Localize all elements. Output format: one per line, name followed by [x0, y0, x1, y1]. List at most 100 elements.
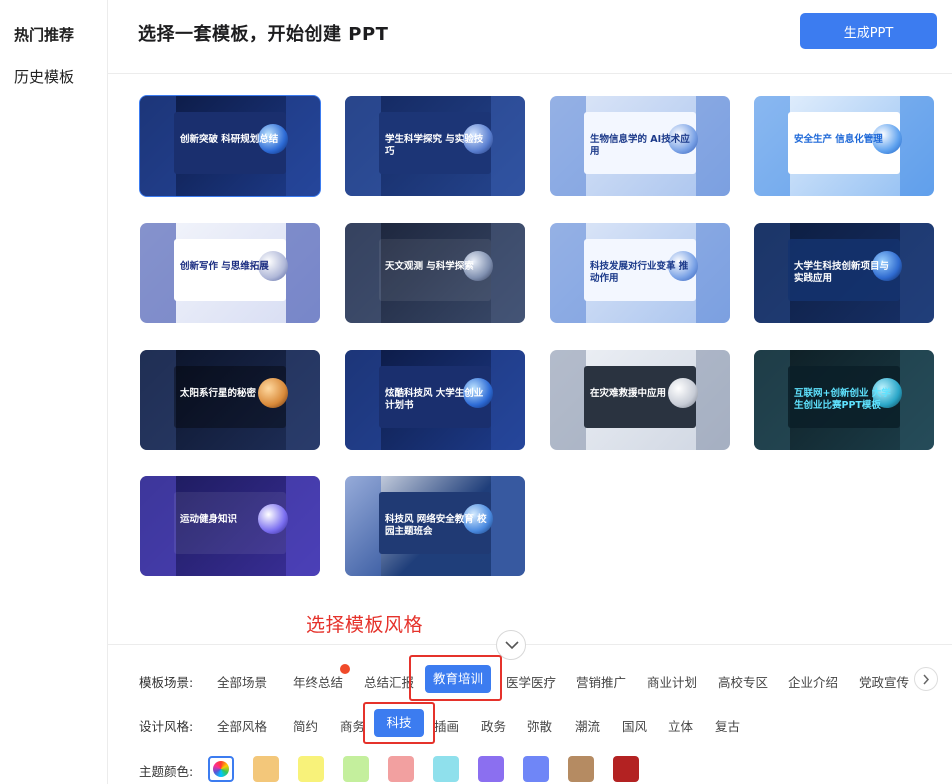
template-title: 在灾难救援中应用 [590, 388, 667, 399]
style-chip[interactable]: 国风 [622, 716, 647, 735]
style-chip[interactable]: 全部风格 [217, 716, 267, 735]
thumbnail-decor [550, 350, 586, 450]
thumbnail-decor [491, 223, 525, 323]
thumbnail-decor [140, 223, 176, 323]
template-card[interactable]: 太阳系行星的秘密 [140, 350, 320, 450]
highlight-box-scene [409, 655, 502, 701]
color-label: 主题颜色: [139, 764, 194, 779]
template-title: 太阳系行星的秘密 [180, 388, 257, 399]
thumbnail-decor [345, 223, 381, 323]
generate-ppt-button[interactable]: 生成PPT [800, 13, 937, 49]
template-title: 创新写作 与思维拓展 [180, 261, 269, 272]
chevron-down-icon [505, 641, 519, 650]
template-card[interactable]: 科技发展对行业变革 推动作用 [550, 223, 730, 323]
template-title: 安全生产 信息化管理 [794, 134, 883, 145]
scene-chip[interactable]: 高校专区 [718, 672, 768, 691]
thumbnail-decor [345, 96, 381, 196]
template-title: 大学生科技创新项目与实践应用 [794, 261, 890, 284]
template-title: 学生科学探究 与实验技巧 [385, 134, 484, 157]
scene-chip[interactable]: 企业介绍 [788, 672, 838, 691]
sidebar: 热门推荐 历史模板 [0, 0, 108, 784]
thumbnail-decor [900, 96, 934, 196]
color-swatch[interactable] [523, 756, 549, 782]
template-card[interactable]: 互联网+创新创业 大学生创业比赛PPT模板 [754, 350, 934, 450]
thumbnail-decor [286, 96, 320, 196]
sidebar-item-hot[interactable]: 热门推荐 [14, 24, 74, 45]
template-card[interactable]: 运动健身知识 [140, 476, 320, 576]
page-title: 选择一套模板，开始创建 PPT [138, 24, 389, 45]
template-card[interactable]: 安全生产 信息化管理 [754, 96, 934, 196]
template-card[interactable]: 在灾难救援中应用 [550, 350, 730, 450]
header: 选择一套模板，开始创建 PPT 生成PPT [108, 0, 952, 74]
template-card[interactable]: 大学生科技创新项目与实践应用 [754, 223, 934, 323]
color-swatch[interactable] [478, 756, 504, 782]
thumbnail-decor [550, 96, 586, 196]
style-label: 设计风格: [139, 719, 194, 734]
scene-label: 模板场景: [139, 675, 194, 690]
color-swatch[interactable] [433, 756, 459, 782]
template-card[interactable]: 炫酷科技风 大学生创业计划书 [345, 350, 525, 450]
thumbnail-decor [491, 350, 525, 450]
template-title: 创新突破 科研规划总结 [180, 134, 279, 145]
color-swatch[interactable] [568, 756, 594, 782]
style-chip[interactable]: 潮流 [575, 716, 600, 735]
scene-chip[interactable]: 全部场景 [217, 672, 267, 691]
thumbnail-decor [286, 350, 320, 450]
color-swatch[interactable] [613, 756, 639, 782]
template-card[interactable]: 天文观测 与科学探索 [345, 223, 525, 323]
thumbnail-decor [345, 476, 381, 576]
thumbnail-decor [140, 476, 176, 576]
scene-chip[interactable]: 党政宣传 [859, 672, 909, 691]
color-swatch[interactable] [343, 756, 369, 782]
thumbnail-decor [491, 476, 525, 576]
color-wheel-icon [213, 761, 229, 777]
template-card[interactable]: 创新写作 与思维拓展 [140, 223, 320, 323]
thumbnail-decor [696, 223, 730, 323]
template-card[interactable]: 创新突破 科研规划总结 [139, 95, 321, 197]
template-title: 科技发展对行业变革 推动作用 [590, 261, 689, 284]
style-chip[interactable]: 商务 [340, 716, 365, 735]
thumbnail-decor [140, 96, 176, 196]
thumbnail-decor [754, 223, 790, 323]
scene-chip[interactable]: 医学医疗 [506, 672, 556, 691]
thumbnail-decor [345, 350, 381, 450]
scene-chip[interactable]: 年终总结 [293, 672, 343, 691]
template-card[interactable]: 学生科学探究 与实验技巧 [345, 96, 525, 196]
sidebar-item-history[interactable]: 历史模板 [14, 66, 74, 87]
scroll-next-button[interactable] [914, 667, 938, 691]
thumbnail-decor [900, 223, 934, 323]
color-swatch[interactable] [388, 756, 414, 782]
template-card[interactable]: 生物信息学的 AI技术应用 [550, 96, 730, 196]
template-title: 天文观测 与科学探索 [385, 261, 474, 272]
color-swatch[interactable] [253, 756, 279, 782]
annotation-text: 选择模板风格 [306, 614, 424, 636]
thumbnail-decor [900, 350, 934, 450]
template-title: 科技风 网络安全教育 校园主题班会 [385, 514, 487, 537]
thumbnail-decor [696, 350, 730, 450]
thumbnail-decor [754, 96, 790, 196]
scene-chip[interactable]: 总结汇报 [364, 672, 414, 691]
chevron-right-icon [923, 674, 930, 685]
style-chip[interactable]: 插画 [434, 716, 459, 735]
template-title: 生物信息学的 AI技术应用 [590, 134, 690, 157]
style-chip[interactable]: 政务 [481, 716, 506, 735]
color-swatch[interactable] [298, 756, 324, 782]
template-title: 互联网+创新创业 大学生创业比赛PPT模板 [794, 388, 891, 411]
style-chip[interactable]: 简约 [293, 716, 318, 735]
thumbnail-decor [550, 223, 586, 323]
template-title: 炫酷科技风 大学生创业计划书 [385, 388, 484, 411]
scene-chip[interactable]: 营销推广 [576, 672, 626, 691]
style-chip[interactable]: 立体 [668, 716, 693, 735]
template-card[interactable]: 科技风 网络安全教育 校园主题班会 [345, 476, 525, 576]
color-swatch-all[interactable] [208, 756, 234, 782]
hot-flame-icon [340, 664, 350, 674]
highlight-box-style [363, 702, 435, 744]
thumbnail-decor [286, 223, 320, 323]
thumbnail-decor [140, 350, 176, 450]
thumbnail-decor [754, 350, 790, 450]
style-chip[interactable]: 弥散 [527, 716, 552, 735]
scene-chip[interactable]: 商业计划 [647, 672, 697, 691]
style-chip[interactable]: 复古 [715, 716, 740, 735]
thumbnail-decor [696, 96, 730, 196]
thumbnail-decor [491, 96, 525, 196]
